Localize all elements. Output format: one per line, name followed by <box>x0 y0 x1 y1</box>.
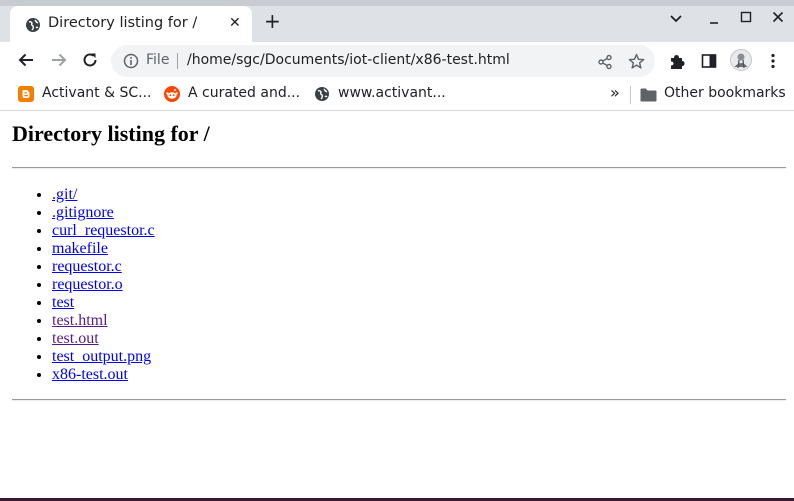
list-item: makefile <box>52 240 155 258</box>
tab-search-icon[interactable] <box>669 11 683 29</box>
tab-directory-listing[interactable]: Directory listing for / ✕ <box>10 6 252 42</box>
browser-window: Directory listing for / ✕ + File /home/s… <box>0 0 794 498</box>
bookmarks-overflow-button[interactable]: » <box>610 83 620 102</box>
forward-icon[interactable] <box>50 51 68 73</box>
file-link[interactable]: .gitignore <box>52 204 114 221</box>
blogger-icon <box>18 86 34 106</box>
globe-icon <box>314 86 330 106</box>
file-link[interactable]: test.html <box>52 312 108 329</box>
bookmark-activant-sc[interactable]: Activant & SC... <box>42 85 151 101</box>
list-item: test <box>52 294 155 312</box>
file-link[interactable]: makefile <box>52 240 108 257</box>
globe-icon <box>25 17 41 37</box>
new-tab-icon[interactable]: + <box>264 11 281 31</box>
side-panel-icon[interactable] <box>701 53 717 73</box>
page-heading: Directory listing for / <box>12 121 210 146</box>
list-item: requestor.o <box>52 276 155 294</box>
file-list: .git/ .gitignore curl_requestor.c makefi… <box>12 186 155 384</box>
top-divider <box>12 167 786 169</box>
list-item: requestor.c <box>52 258 155 276</box>
file-link[interactable]: .git/ <box>52 186 77 203</box>
bottom-divider <box>12 399 786 401</box>
list-item: .git/ <box>52 186 155 204</box>
list-item: test.html <box>52 312 155 330</box>
maximize-icon[interactable] <box>740 11 752 27</box>
address-bar[interactable]: File /home/sgc/Documents/iot-client/x86-… <box>111 45 655 77</box>
share-icon[interactable] <box>597 54 613 74</box>
file-link[interactable]: curl_requestor.c <box>52 222 155 239</box>
file-link[interactable]: x86-test.out <box>52 366 128 383</box>
list-item: x86-test.out <box>52 366 155 384</box>
close-tab-icon[interactable]: ✕ <box>229 15 241 31</box>
profile-avatar-icon[interactable] <box>730 49 752 75</box>
file-link[interactable]: test <box>52 294 74 311</box>
info-icon[interactable] <box>123 53 139 73</box>
list-item: curl_requestor.c <box>52 222 155 240</box>
toolbar: File /home/sgc/Documents/iot-client/x86-… <box>0 42 794 80</box>
folder-icon <box>640 87 657 106</box>
back-icon[interactable] <box>17 51 35 73</box>
other-bookmarks-button[interactable]: Other bookmarks <box>664 85 786 101</box>
list-item: test.out <box>52 330 155 348</box>
url-scheme-label: File <box>146 52 170 68</box>
extensions-icon[interactable] <box>668 53 685 74</box>
close-window-icon[interactable] <box>772 11 784 27</box>
address-separator <box>177 53 178 69</box>
tab-title: Directory listing for / <box>48 15 198 31</box>
file-link[interactable]: requestor.o <box>52 276 123 293</box>
page-content: Directory listing for / .git/ .gitignore… <box>0 111 794 498</box>
bookmark-www-activant[interactable]: www.activant... <box>338 85 446 101</box>
menu-icon[interactable] <box>770 53 776 73</box>
bookmarks-divider <box>630 86 631 104</box>
bookmark-star-icon[interactable] <box>628 53 645 74</box>
list-item: .gitignore <box>52 204 155 222</box>
file-link[interactable]: test.out <box>52 330 99 347</box>
reload-icon[interactable] <box>81 51 99 73</box>
tab-strip: Directory listing for / ✕ + <box>0 0 794 42</box>
reddit-icon <box>164 86 180 106</box>
file-link[interactable]: requestor.c <box>52 258 122 275</box>
bookmarks-bar: Activant & SC... A curated and... www.ac… <box>0 80 794 111</box>
list-item: test_output.png <box>52 348 155 366</box>
minimize-icon[interactable] <box>708 11 720 29</box>
file-link[interactable]: test_output.png <box>52 348 151 365</box>
bookmark-curated[interactable]: A curated and... <box>188 85 300 101</box>
url-text[interactable]: /home/sgc/Documents/iot-client/x86-test.… <box>187 52 510 68</box>
